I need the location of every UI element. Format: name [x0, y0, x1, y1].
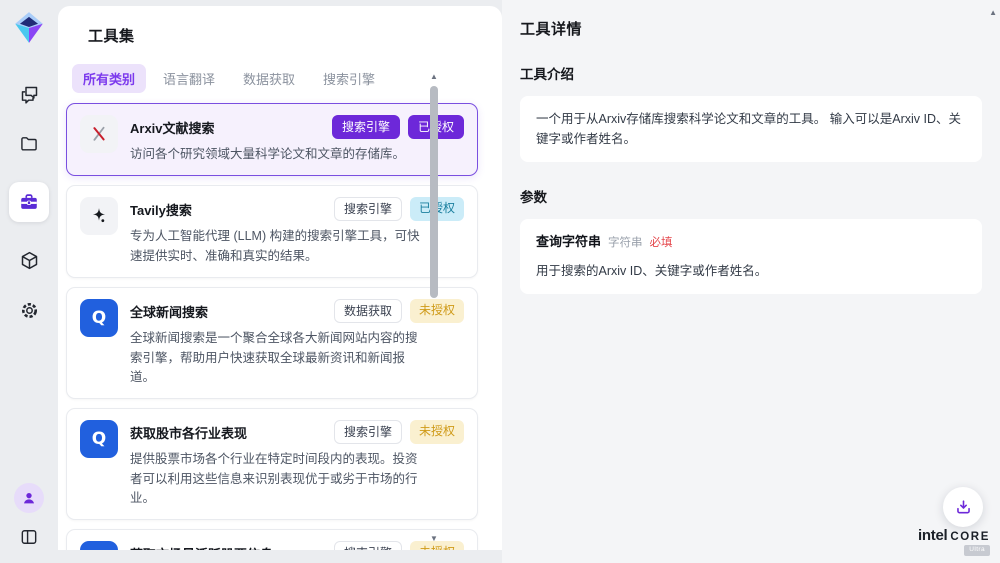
download-button[interactable]	[943, 487, 983, 527]
panel-toggle-icon[interactable]	[17, 525, 41, 549]
download-icon	[954, 498, 973, 517]
scrollbar-thumb[interactable]	[430, 86, 438, 298]
tool-card[interactable]: Tavily搜索搜索引擎已授权专为人工智能代理 (LLM) 构建的搜索引擎工具，…	[66, 185, 478, 278]
tool-card[interactable]: Q获取股市各行业表现搜索引擎未授权提供股票市场各个行业在特定时间段内的表现。投资…	[66, 408, 478, 520]
param-type: 字符串	[608, 234, 643, 252]
tab-2[interactable]: 数据获取	[232, 64, 306, 93]
detail-scroll-up-icon[interactable]: ▲	[989, 8, 997, 17]
blue-q-icon: Q	[80, 420, 118, 458]
tab-3[interactable]: 搜索引擎	[312, 64, 386, 93]
tool-name: 获取市场最活跃股票信息	[130, 541, 273, 550]
tool-card[interactable]: Arxiv文献搜索搜索引擎已授权访问各个研究领域大量科学论文和文章的存储库。	[66, 103, 478, 176]
param-box: 查询字符串 字符串 必填 用于搜索的Arxiv ID、关键字或作者姓名。	[520, 219, 982, 294]
category-badge: 搜索引擎	[334, 197, 402, 221]
tool-name: Arxiv文献搜索	[130, 115, 215, 137]
param-required-flag: 必填	[650, 234, 673, 252]
user-avatar[interactable]	[14, 483, 44, 513]
scroll-down-icon[interactable]: ▼	[428, 534, 440, 544]
tool-description: 专为人工智能代理 (LLM) 构建的搜索引擎工具，可快速提供实时、准确和真实的结…	[130, 227, 425, 266]
arxiv-icon	[80, 115, 118, 153]
tool-card[interactable]: Q获取市场最活跃股票信息搜索引擎未授权提供当天交易量最高的股票列表，投资者可以利…	[66, 529, 478, 550]
scroll-up-icon[interactable]: ▲	[428, 72, 440, 82]
params-heading: 参数	[520, 186, 982, 206]
intro-box: 一个用于从Arxiv存储库搜索科学论文和文章的工具。 输入可以是Arxiv ID…	[520, 96, 982, 162]
chat-icon[interactable]	[17, 82, 41, 106]
ultra-badge: Ultra	[964, 545, 990, 556]
tool-description: 提供股票市场各个行业在特定时间段内的表现。投资者可以利用这些信息来识别表现优于或…	[130, 450, 425, 508]
toolbox-icon[interactable]	[9, 182, 49, 222]
tool-name: Tavily搜索	[130, 197, 192, 219]
core-wordmark: CORE	[950, 531, 990, 543]
tool-description: 全球新闻搜索是一个聚合全球各大新闻网站内容的搜索引擎，帮助用户快速获取全球最新资…	[130, 329, 425, 387]
tool-name: 全球新闻搜索	[130, 299, 208, 321]
param-name: 查询字符串	[536, 232, 601, 253]
blue-q-icon: Q	[80, 541, 118, 550]
blue-q-icon: Q	[80, 299, 118, 337]
cube-icon[interactable]	[17, 248, 41, 272]
tool-list: Arxiv文献搜索搜索引擎已授权访问各个研究领域大量科学论文和文章的存储库。Ta…	[66, 103, 478, 550]
toolset-title: 工具集	[88, 25, 502, 46]
tab-0[interactable]: 所有类别	[72, 64, 146, 93]
tool-detail-panel: 工具详情 工具介绍 一个用于从Arxiv存储库搜索科学论文和文章的工具。 输入可…	[502, 0, 1000, 563]
category-badge: 搜索引擎	[334, 541, 402, 550]
param-description: 用于搜索的Arxiv ID、关键字或作者姓名。	[536, 261, 966, 281]
tab-1[interactable]: 语言翻译	[152, 64, 226, 93]
toolset-scrollbar[interactable]: ▲ ▼	[428, 72, 440, 544]
category-badge: 搜索引擎	[332, 115, 400, 139]
gear-icon[interactable]	[17, 298, 41, 322]
intel-wordmark: intel	[918, 527, 947, 544]
category-badge: 数据获取	[334, 299, 402, 323]
tool-description: 访问各个研究领域大量科学论文和文章的存储库。	[130, 145, 425, 164]
intel-core-logo: intel CORE Ultra	[924, 527, 990, 556]
intro-heading: 工具介绍	[520, 63, 982, 83]
tool-name: 获取股市各行业表现	[130, 420, 247, 442]
folder-icon[interactable]	[17, 132, 41, 156]
left-sidebar	[0, 0, 58, 563]
app-logo-icon	[11, 10, 47, 46]
detail-title: 工具详情	[520, 18, 982, 39]
tavily-icon	[80, 197, 118, 235]
app-window: 工具集 所有类别语言翻译数据获取搜索引擎 Arxiv文献搜索搜索引擎已授权访问各…	[0, 0, 1000, 563]
tool-card[interactable]: Q全球新闻搜索数据获取未授权全球新闻搜索是一个聚合全球各大新闻网站内容的搜索引擎…	[66, 287, 478, 399]
category-badge: 搜索引擎	[334, 420, 402, 444]
